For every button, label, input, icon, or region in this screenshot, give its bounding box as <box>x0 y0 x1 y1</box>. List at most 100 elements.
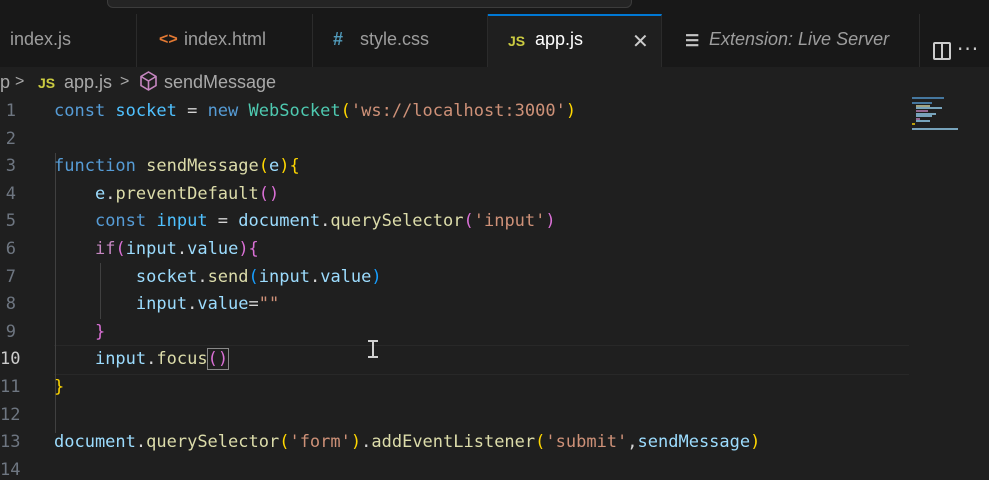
minimap-line <box>912 123 915 125</box>
code-token: . <box>320 211 331 232</box>
code-token: input <box>156 211 208 232</box>
code-token: = <box>207 211 239 232</box>
code-token: new <box>207 101 249 121</box>
code-token: value <box>320 266 372 287</box>
line-number: 7 <box>5 266 16 287</box>
code-token: ( <box>340 101 351 121</box>
code-line[interactable]: const input = document.querySelector('in… <box>54 207 556 235</box>
code-token: . <box>361 432 372 453</box>
code-token: value <box>197 294 249 315</box>
code-line[interactable]: if(input.value){ <box>54 235 259 263</box>
code-line[interactable]: e.preventDefault() <box>54 180 279 208</box>
line-number: 12 <box>0 404 21 425</box>
code-token: const <box>94 211 157 232</box>
code-token: ){ <box>279 156 300 177</box>
code-token: 'submit' <box>545 432 628 453</box>
chevron-right-icon: > <box>15 73 25 90</box>
code-token: const <box>54 101 116 121</box>
minimap-line <box>912 128 958 131</box>
js-file-icon: JS <box>38 75 56 91</box>
code-token: , <box>627 432 638 453</box>
close-icon[interactable]: ✕ <box>632 29 649 54</box>
line-number: 4 <box>5 183 16 204</box>
code-line[interactable]: const socket = new WebSocket('ws://local… <box>54 97 576 125</box>
tab-live-server[interactable]: ☰ Extension: Live Server <box>662 14 920 67</box>
code-token: querySelector <box>330 211 464 232</box>
code-line[interactable]: } <box>54 373 64 401</box>
tab-index-html[interactable]: <> index.html <box>137 14 313 67</box>
code-token: ) <box>545 211 556 232</box>
breadcrumb-symbol[interactable]: sendMessage <box>164 72 276 93</box>
code-token: socket <box>135 266 198 287</box>
code-token: ( <box>279 432 290 453</box>
tab-style-css[interactable]: # style.css <box>313 14 488 67</box>
code-token: e <box>268 156 280 177</box>
code-token: ) <box>750 432 761 453</box>
line-number: 8 <box>5 294 16 315</box>
code-token: input <box>125 239 177 259</box>
code-token: 'ws://localhost:3000' <box>350 101 566 121</box>
editor-tab-bar: index.js <> index.html # style.css JS ap… <box>0 14 989 68</box>
code-line[interactable]: socket.send(input.value) <box>54 263 382 291</box>
tab-label: index.js <box>10 29 72 49</box>
code-token: WebSocket <box>248 101 341 121</box>
code-line[interactable]: input.value="" <box>54 290 279 318</box>
code-token: input <box>258 266 310 287</box>
code-token: . <box>135 432 147 453</box>
command-center-search[interactable] <box>107 0 632 8</box>
title-bar <box>0 0 989 14</box>
code-token: ( <box>258 156 269 177</box>
code-token: ( <box>248 266 259 287</box>
code-token: = <box>176 101 208 121</box>
code-token: 'form' <box>289 432 351 453</box>
code-token: function <box>54 156 147 177</box>
preview-icon: ☰ <box>685 33 700 50</box>
line-number: 3 <box>5 156 16 177</box>
more-actions-icon[interactable]: ··· <box>957 37 979 61</box>
text-cursor-icon <box>368 340 378 358</box>
split-editor-icon[interactable] <box>933 42 951 60</box>
breadcrumb-folder[interactable]: p <box>0 72 10 93</box>
breadcrumb: p > JS app.js > sendMessage <box>0 67 989 97</box>
html-file-icon: <> <box>159 31 178 48</box>
line-number: 9 <box>5 321 16 342</box>
code-token: querySelector <box>146 432 280 453</box>
code-line[interactable]: } <box>54 318 105 346</box>
tab-label: Extension: Live Server <box>709 29 890 49</box>
code-line[interactable]: function sendMessage(e){ <box>54 152 300 180</box>
tab-label: index.html <box>184 29 267 49</box>
css-file-icon: # <box>333 29 344 49</box>
code-token: e <box>94 183 106 204</box>
code-line[interactable]: input.focus() <box>54 345 230 373</box>
code-token: "" <box>258 294 280 315</box>
tab-app-js[interactable]: JS app.js ✕ <box>488 14 662 68</box>
tab-label: app.js <box>535 29 584 49</box>
code-token: input <box>94 349 147 370</box>
code-token: send <box>207 266 249 287</box>
minimap[interactable] <box>912 97 972 157</box>
code-token: ) <box>350 432 362 453</box>
symbol-method-icon <box>139 71 158 96</box>
code-editor[interactable]: 1 2 3 4 5 6 7 8 9 10 11 12 13 14 const socket = new W… <box>0 97 989 480</box>
code-token: addEventListener <box>371 432 536 453</box>
line-number: 2 <box>5 128 16 149</box>
code-token: value <box>187 239 239 259</box>
line-number: 1 <box>5 101 16 121</box>
code-token: = <box>248 294 259 315</box>
code-token: () <box>258 183 280 204</box>
code-token: ( <box>535 432 546 453</box>
breadcrumb-file[interactable]: app.js <box>64 72 112 93</box>
code-token: ( <box>463 211 474 232</box>
code-line[interactable]: document.querySelector('form').addEventL… <box>54 428 760 456</box>
js-file-icon: JS <box>508 33 526 49</box>
code-token: ){ <box>238 239 259 259</box>
tab-index-js[interactable]: index.js <box>0 14 137 67</box>
code-token: } <box>94 321 106 342</box>
code-token: document <box>54 432 136 453</box>
